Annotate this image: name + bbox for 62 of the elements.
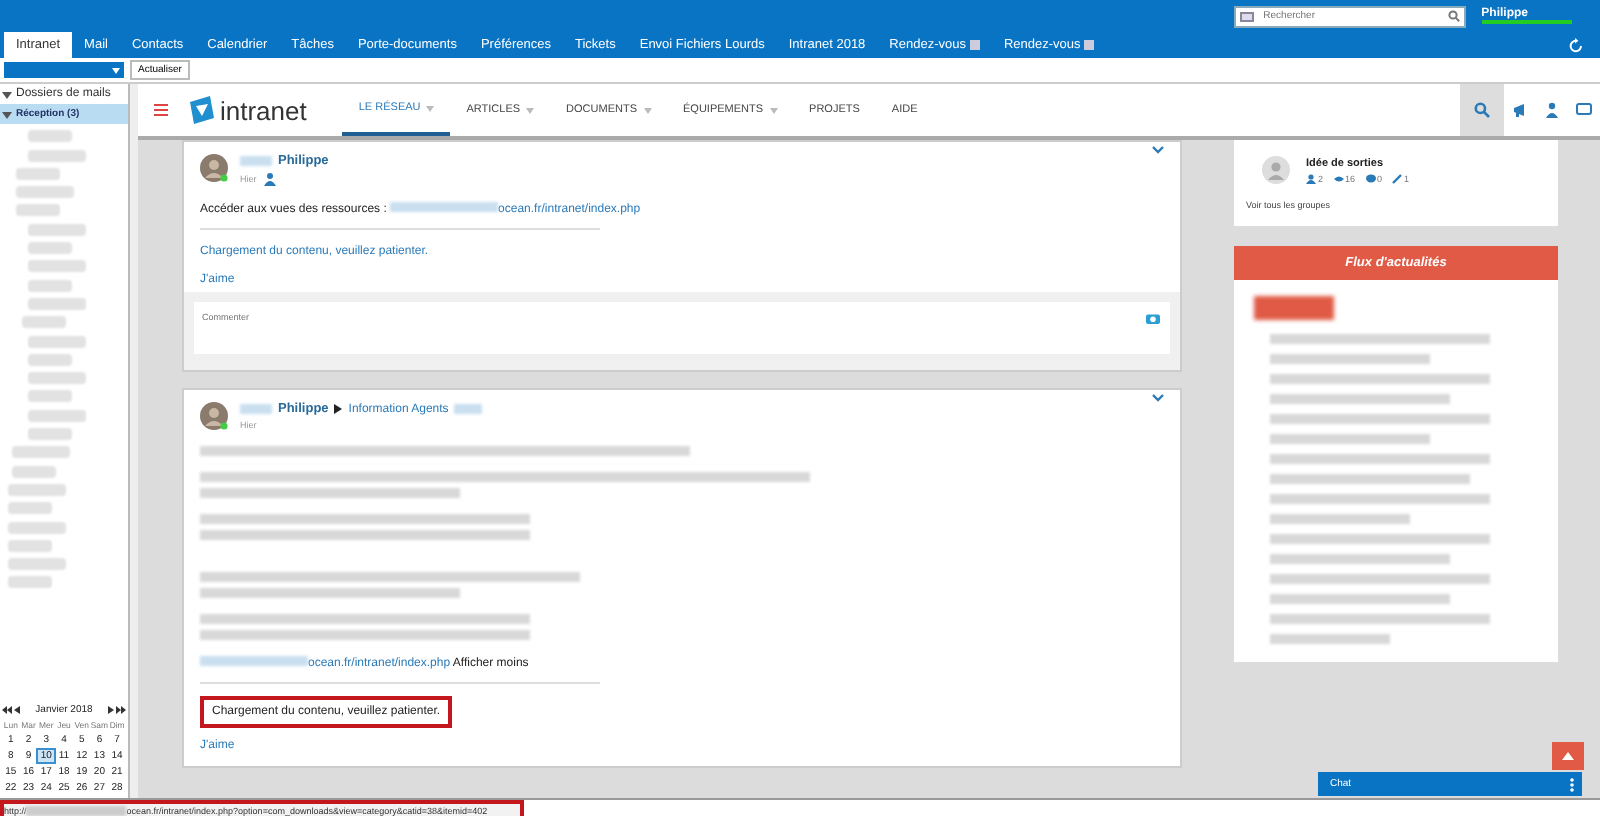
blurred-folder-item [28,223,86,236]
blurred-folder-item [22,316,66,329]
blurred-folder-item [28,260,86,273]
blurred-folder-item [8,502,52,515]
blurred-folder-item [8,558,66,571]
caret-up-icon [1562,752,1574,760]
blurred-folder-item [8,483,66,496]
camera-icon [1146,312,1160,324]
people-icon [264,172,279,186]
megaphone-icon[interactable] [1512,102,1528,118]
chevron-down-icon [1152,146,1164,154]
message-icon[interactable] [1576,102,1592,118]
blurred-folder-item [8,539,52,552]
logo-icon [188,96,216,124]
scroll-top-button[interactable] [1552,742,1584,770]
avatar-icon [200,402,228,430]
blurred-folder-item [28,149,86,162]
arrow-right-icon [107,706,114,714]
blurred-url [26,805,127,815]
blurred-folder-item [28,242,72,255]
blurred-folder-item [28,372,86,385]
blurred-folder-item [28,335,86,348]
blurred-folder-item [12,446,70,459]
avatar-icon [200,154,228,182]
search-icon [1447,10,1460,22]
blurred-folder-item [28,428,72,441]
chevron-down-icon [1152,394,1164,402]
arrow-right-icon [334,404,343,414]
menu-icon [154,104,168,116]
caret-down-icon [112,67,120,73]
blurred-folder-item [28,353,72,366]
refresh-icon [1568,37,1584,53]
double-arrow-right-icon [115,706,126,714]
search-button[interactable] [1460,84,1504,136]
blurred-text [1270,514,1410,524]
blurred-folder-item [28,297,86,310]
eye-icon [1333,173,1344,183]
double-arrow-left-icon [2,706,12,714]
blurred-folder-item [28,279,72,292]
blurred-folder-item [28,390,72,403]
mail-icon [1239,11,1254,21]
group-avatar-icon [1262,156,1290,184]
blurred-folder-item [8,521,66,534]
search-icon [1474,102,1490,118]
pencil-icon [1392,173,1403,183]
blurred-folder-item [16,167,60,180]
blurred-folder-item [8,576,52,589]
caret-down-icon [2,109,12,119]
blurred-name [454,404,483,414]
blurred-name [240,156,272,166]
blurred-folder-item [28,409,86,422]
blurred-folder-item [12,465,56,478]
blurred-folder-item [16,204,60,217]
logo-text: intranet [220,95,307,125]
blurred-name [240,404,272,414]
blurred-text [1270,634,1390,644]
people-icon[interactable] [1544,102,1560,118]
blurred-folder-item [28,130,72,143]
comment-icon [1365,173,1376,183]
blurred-folder-item [16,186,74,199]
arrow-left-icon [14,706,20,714]
members-icon [1306,173,1316,183]
